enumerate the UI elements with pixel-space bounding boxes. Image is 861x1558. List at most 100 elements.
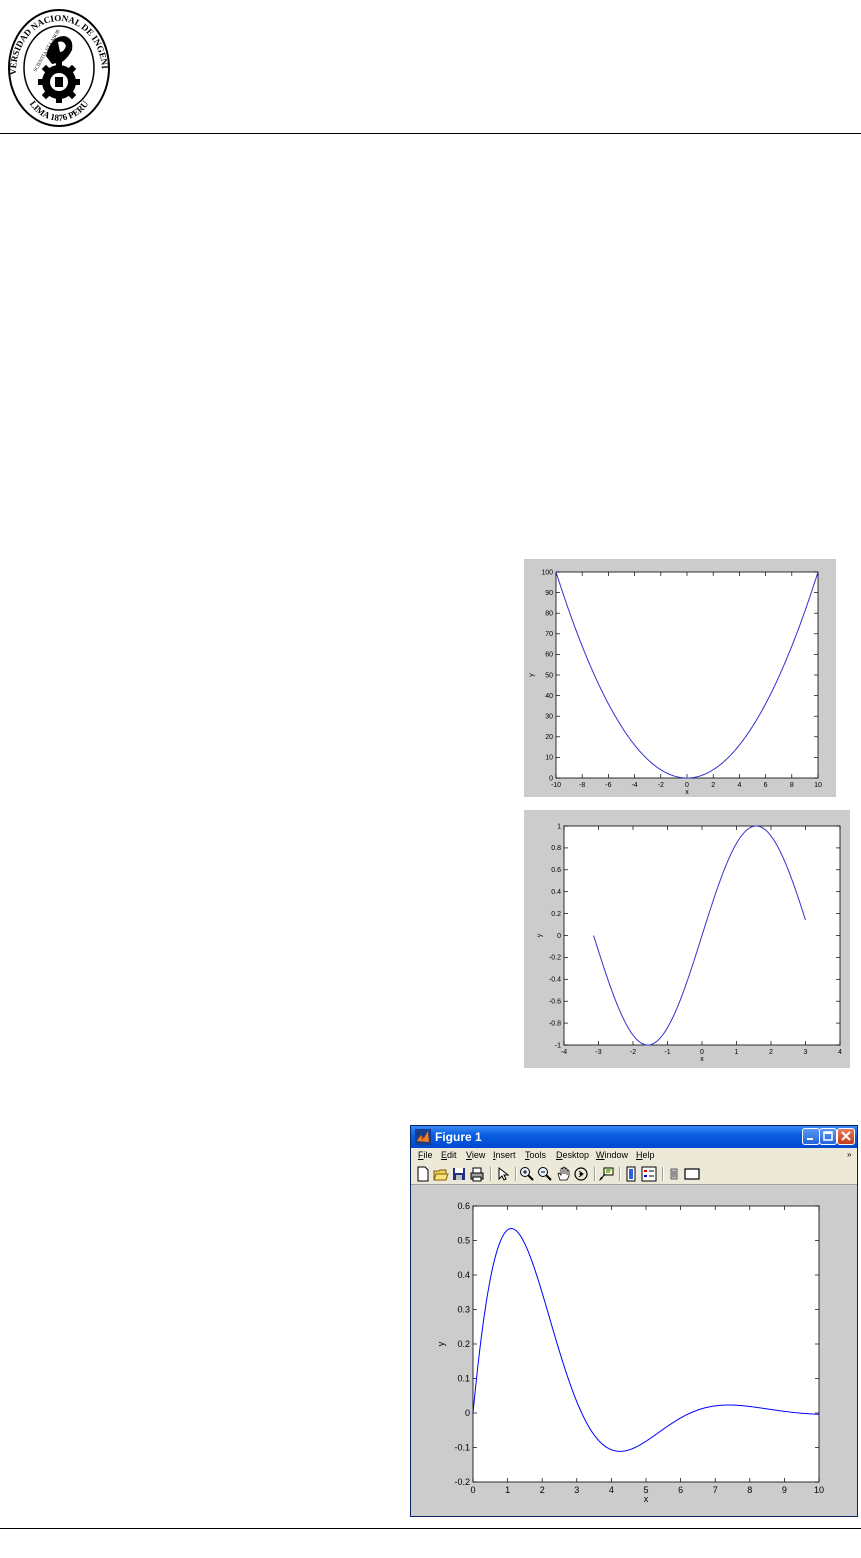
new-figure-icon[interactable] [415, 1166, 431, 1182]
open-file-icon[interactable] [433, 1166, 449, 1182]
menu-window[interactable]: Window [596, 1149, 628, 1162]
y-axis-label: y [436, 1341, 446, 1346]
x-tick-label: 4 [609, 1485, 614, 1495]
menu-desktop[interactable]: Desktop [556, 1149, 589, 1162]
data-cursor-icon[interactable] [598, 1166, 614, 1182]
zoom-out-icon[interactable] [537, 1166, 553, 1182]
y-tick-label: -0.2 [454, 1477, 470, 1487]
x-tick-label: 10 [814, 1485, 824, 1495]
close-button[interactable] [837, 1128, 855, 1145]
y-tick-label: 30 [545, 714, 553, 721]
toolbar-separator [619, 1167, 621, 1181]
toolbar-separator [515, 1167, 517, 1181]
x-tick-label: 0 [700, 1049, 704, 1056]
y-tick-label: 0.2 [457, 1339, 470, 1349]
x-tick-label: -10 [551, 782, 561, 789]
menu-file[interactable]: File [418, 1149, 433, 1162]
x-tick-label: 3 [804, 1049, 808, 1056]
y-tick-label: 70 [545, 631, 553, 638]
plot-area [472, 1205, 820, 1483]
x-tick-label: 8 [790, 782, 794, 789]
y-tick-label: 0 [465, 1408, 470, 1418]
x-axis-label: x [685, 789, 689, 796]
x-tick-label: 4 [838, 1049, 842, 1056]
y-tick-label: 0.6 [457, 1201, 470, 1211]
y-tick-label: -0.4 [549, 977, 561, 984]
y-tick-label: -0.6 [549, 999, 561, 1006]
toolbar-separator [594, 1167, 596, 1181]
y-tick-label: 0 [557, 933, 561, 940]
x-tick-label: 8 [747, 1485, 752, 1495]
maximize-icon [823, 1131, 833, 1141]
x-tick-label: 2 [769, 1049, 773, 1056]
print-icon[interactable] [469, 1166, 485, 1182]
rotate-3d-icon[interactable] [573, 1166, 589, 1182]
y-axis-label: y [529, 673, 536, 677]
close-icon [841, 1131, 851, 1141]
x-tick-label: -4 [561, 1049, 567, 1056]
figure-window[interactable]: Figure 1 File Edit View Insert Tools Des… [410, 1125, 858, 1517]
y-tick-label: 10 [545, 755, 553, 762]
y-tick-label: 20 [545, 734, 553, 741]
x-tick-label: 6 [764, 782, 768, 789]
x-axis-label: x [644, 1494, 649, 1504]
x-tick-label: 1 [505, 1485, 510, 1495]
toolbar-separator [662, 1167, 664, 1181]
y-tick-label: 50 [545, 672, 553, 679]
menu-overflow-chevron[interactable]: » [847, 1150, 851, 1159]
x-tick-label: 1 [735, 1049, 739, 1056]
gear-icon [38, 61, 80, 103]
y-tick-label: -0.1 [454, 1443, 470, 1453]
maximize-button[interactable] [819, 1128, 837, 1145]
x-tick-label: -4 [631, 782, 637, 789]
menu-view[interactable]: View [466, 1149, 485, 1162]
x-tick-label: 2 [540, 1485, 545, 1495]
y-tick-label: 1 [557, 823, 561, 830]
menu-edit[interactable]: Edit [441, 1149, 457, 1162]
save-icon[interactable] [451, 1166, 467, 1182]
chart-sine: -4 -3 -2 -1 0 1 2 3 4 -1 -0.8 -0.6 -0.4 -0.2 0 0.2 0.4 0.… [537, 823, 842, 1063]
menu-help[interactable]: Help [636, 1149, 655, 1162]
y-tick-label: 100 [541, 569, 553, 576]
x-tick-label: 9 [782, 1485, 787, 1495]
x-tick-label: -6 [605, 782, 611, 789]
y-tick-label: 0.1 [457, 1374, 470, 1384]
y-tick-label: 0.8 [551, 845, 561, 852]
plot-area [555, 571, 819, 779]
x-tick-label: 0 [470, 1485, 475, 1495]
x-tick-label: 10 [814, 782, 822, 789]
x-tick-label: 6 [678, 1485, 683, 1495]
x-axis-label: x [700, 1056, 704, 1063]
y-tick-label: 0.3 [457, 1305, 470, 1315]
legend-icon[interactable] [641, 1166, 657, 1182]
figure-parabola: -10 -8 -6 -4 -2 0 2 4 6 8 10 0 10 20 30 40 50 60 70 80 90 100… [524, 559, 836, 797]
toolbar-separator [490, 1167, 492, 1181]
x-tick-label: 2 [711, 782, 715, 789]
minimize-button[interactable] [802, 1128, 820, 1145]
y-tick-label: -0.8 [549, 1020, 561, 1027]
y-tick-label: 60 [545, 652, 553, 659]
y-tick-label: 0.5 [457, 1236, 470, 1246]
menu-insert[interactable]: Insert [493, 1149, 516, 1162]
x-tick-label: 3 [574, 1485, 579, 1495]
zoom-in-icon[interactable] [519, 1166, 535, 1182]
hide-plot-tools-icon[interactable] [666, 1166, 682, 1182]
y-axis-label: y [537, 933, 544, 937]
x-tick-label: -2 [630, 1049, 636, 1056]
x-tick-label: -2 [658, 782, 664, 789]
menu-tools[interactable]: Tools [525, 1149, 546, 1162]
show-plot-tools-icon[interactable] [684, 1166, 700, 1182]
menu-bar: File Edit View Insert Tools Desktop Wind… [411, 1148, 857, 1164]
window-titlebar[interactable]: Figure 1 [411, 1126, 857, 1148]
chart-damped-sine: 0 1 2 3 4 5 6 7 8 9 10-0.2-0.100.10.20.30.40.50.6x… [436, 1201, 824, 1504]
x-tick-label: -8 [579, 782, 585, 789]
x-tick-label: 7 [713, 1485, 718, 1495]
select-arrow-icon[interactable] [495, 1166, 511, 1182]
pan-hand-icon[interactable] [555, 1166, 571, 1182]
university-logo: UNIVERSIDAD NACIONAL DE INGENIERIA LIMA … [6, 6, 110, 127]
x-tick-label: -1 [664, 1049, 670, 1056]
colorbar-icon[interactable] [623, 1166, 639, 1182]
header-rule [0, 133, 861, 134]
figure-canvas[interactable]: 0 1 2 3 4 5 6 7 8 9 10 -0.2 -0.1 0 0.1 0.2 0.3 0.4 0.5 0.6 x… [411, 1186, 857, 1516]
figure-sine: -4 -3 -2 -1 0 1 2 3 4 -1 -0.8 -0.6 -0.4 -0.2 0 0.2 0.4 0.… [524, 810, 850, 1068]
